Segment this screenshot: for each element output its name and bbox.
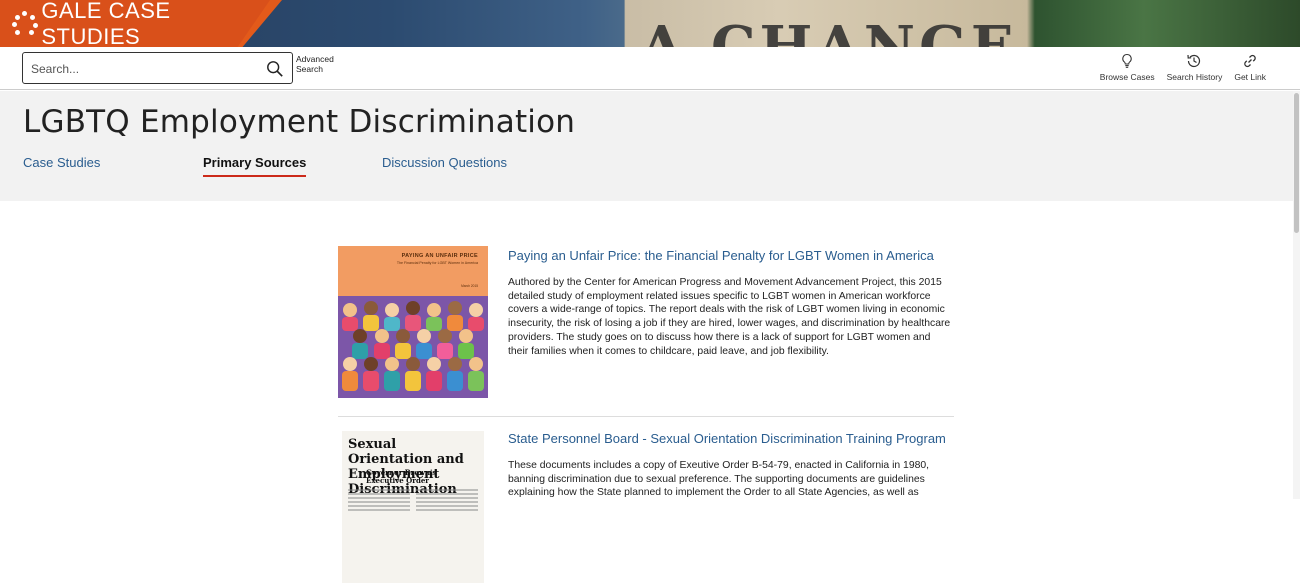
cover-header-band: PAYING AN UNFAIR PRICE The Financial Pen… [338,246,488,296]
link-icon [1244,54,1256,68]
advanced-search-label-2: Search [296,64,323,74]
scrollbar-thumb[interactable] [1294,93,1299,233]
toolbar-actions: Browse Cases Search History Get Link [1100,53,1266,82]
brand-title: GALE CASE STUDIES [41,0,171,47]
page-title: LGBTQ Employment Discrimination [23,104,576,140]
brand-link[interactable]: GALE CASE STUDIES [0,0,270,47]
advanced-search-link[interactable]: Advanced Search [296,54,346,74]
cover-heading: PAYING AN UNFAIR PRICE [401,253,478,259]
results-list: PAYING AN UNFAIR PRICE The Financial Pen… [338,246,954,586]
crowd-illustration [338,296,488,398]
cover-sub-line-2: Executive Order [366,476,429,485]
document-cover-image[interactable]: Sexual Orientation and Employment Discri… [342,431,484,583]
toolbar: Advanced Search Browse Cases Search Hist… [0,47,1300,90]
page-header: LGBTQ Employment Discrimination Case Stu… [0,91,1293,201]
cover-heading-line-1: Sexual Orientation and [348,437,464,467]
result-title-link[interactable]: State Personnel Board - Sexual Orientati… [508,431,946,446]
cover-subheading: Governor Brown's Executive Order [366,469,436,485]
search-box [22,52,293,84]
tab-case-studies[interactable]: Case Studies [23,155,100,170]
history-icon [1187,54,1201,68]
list-item: Sexual Orientation and Employment Discri… [338,416,954,586]
result-description: These documents includes a copy of Exeut… [508,460,930,499]
list-item: PAYING AN UNFAIR PRICE The Financial Pen… [338,246,954,416]
document-text-lines [348,489,478,511]
search-history-button[interactable]: Search History [1166,53,1223,82]
result-title-link[interactable]: Paying an Unfair Price: the Financial Pe… [508,248,934,263]
banner-photo-text: A CHANGE [640,14,1018,47]
search-history-label: Search History [1166,72,1223,82]
advanced-search-label-1: Advanced [296,54,334,64]
gale-logo-icon [12,10,38,37]
search-input[interactable] [31,59,251,79]
browse-cases-label: Browse Cases [1099,72,1155,82]
result-description: Authored by the Center for American Prog… [508,277,951,357]
tab-discussion-questions[interactable]: Discussion Questions [382,155,507,170]
get-link-button[interactable]: Get Link [1234,53,1266,82]
search-icon[interactable] [266,60,284,78]
cover-date: March 2015 [461,284,478,288]
tab-primary-sources[interactable]: Primary Sources [203,155,307,177]
page-scrollbar[interactable] [1293,91,1300,499]
cover-subheading: The Financial Penalty for LGBT Women in … [396,261,478,265]
lightbulb-icon [1122,53,1132,68]
browse-cases-button[interactable]: Browse Cases [1100,53,1155,82]
report-cover-image[interactable]: PAYING AN UNFAIR PRICE The Financial Pen… [338,246,488,398]
get-link-label: Get Link [1234,72,1266,82]
header-banner: A CHANGE GALE CASE STUDIES [0,0,1300,47]
